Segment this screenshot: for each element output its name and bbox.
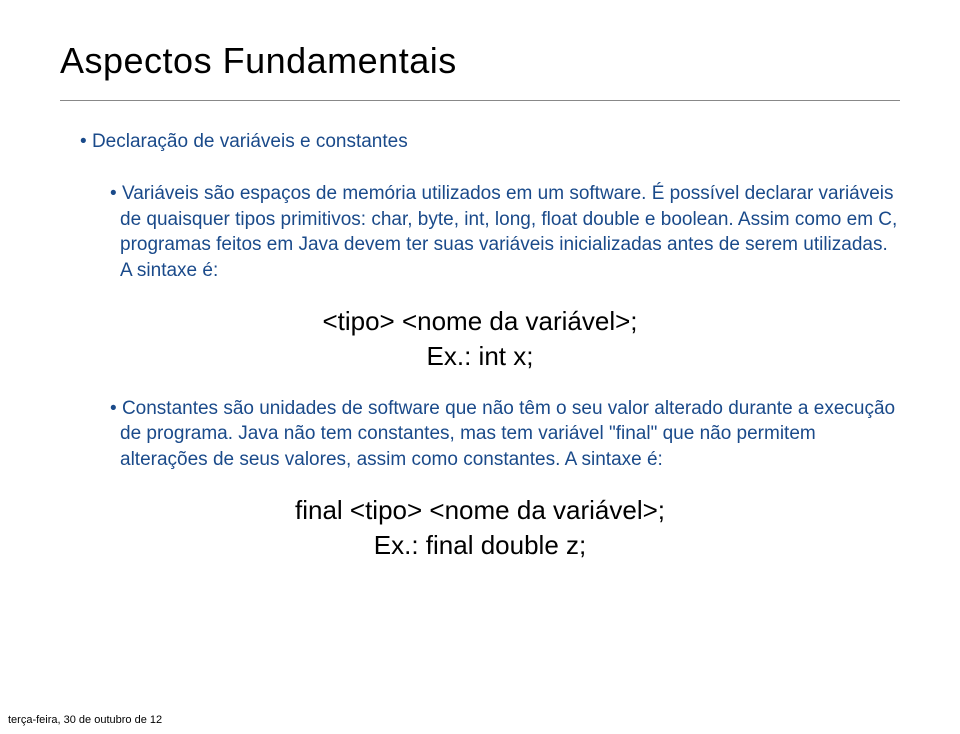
paragraph-constants-bold: final (616, 423, 651, 444)
code-block-final-syntax: final <tipo> <nome da variável>; Ex.: fi… (60, 493, 900, 563)
paragraph-constants: Constantes são unidades de software que … (110, 396, 900, 473)
code-line-1: <tipo> <nome da variável>; (60, 304, 900, 339)
slide-title: Aspectos Fundamentais (60, 40, 900, 101)
slide-content: Aspectos Fundamentais Declaração de vari… (0, 0, 960, 605)
footer-date: terça-feira, 30 de outubro de 12 (8, 714, 162, 726)
section-heading: Declaração de variáveis e constantes (80, 131, 900, 153)
paragraph-variables: Variáveis são espaços de memória utiliza… (110, 181, 900, 284)
code-line-2: Ex.: int x; (60, 339, 900, 374)
code-line-3: final <tipo> <nome da variável>; (60, 493, 900, 528)
code-block-variable-syntax: <tipo> <nome da variável>; Ex.: int x; (60, 304, 900, 374)
code-line-4: Ex.: final double z; (60, 528, 900, 563)
